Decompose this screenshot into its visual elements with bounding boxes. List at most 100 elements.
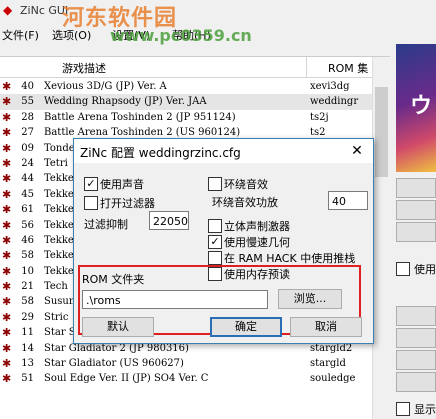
ram-hack-checkbox[interactable]	[208, 251, 222, 265]
row-number: 46	[21, 234, 34, 246]
list-row[interactable]: ✱ 55 Wedding Rhapsody (JP) Ver. JAA wedding…	[0, 94, 372, 110]
row-description: Xevious 3D/G (JP) Ver. A	[44, 81, 167, 92]
row-description: Tekke	[44, 204, 74, 216]
list-row[interactable]: ✱ 28 Battle Arena Toshinden 2 (JP 951124) t…	[0, 110, 372, 125]
row-number: 09	[21, 142, 34, 154]
row-number: 27	[21, 127, 34, 139]
game-icon: ✱	[2, 80, 12, 93]
row-number: 58	[21, 250, 34, 262]
game-icon: ✱	[2, 95, 12, 109]
row-number: 24	[21, 157, 34, 169]
game-icon: ✱	[2, 372, 12, 386]
side-button-4[interactable]	[396, 306, 436, 326]
side-button-6[interactable]	[396, 350, 436, 370]
game-icon: ✱	[2, 126, 12, 140]
slow-geometry-label: 使用慢速几何	[224, 236, 290, 249]
row-number: 11	[21, 327, 34, 339]
row-number: 58	[21, 296, 34, 308]
game-icon: ✱	[2, 326, 12, 340]
row-number: 28	[21, 111, 34, 123]
filter-suppress-label: 过滤抑制	[84, 218, 128, 231]
vertical-scrollbar[interactable]	[372, 57, 391, 419]
side-button-1[interactable]	[396, 178, 436, 198]
scrollbar-thumb[interactable]	[375, 87, 388, 177]
game-icon: ✱	[2, 218, 12, 232]
ok-button[interactable]: 确定	[210, 317, 282, 337]
close-icon[interactable]: ✕	[346, 141, 368, 161]
watermark-url: www.pc0359.cn	[110, 26, 252, 45]
row-number: 40	[21, 81, 34, 92]
game-icon: ✱	[2, 203, 12, 217]
reverb-power-input[interactable]: 40	[328, 191, 368, 210]
menu-file[interactable]: 文件(F)	[2, 27, 39, 43]
cancel-button[interactable]: 取消	[290, 317, 362, 337]
row-number: 56	[21, 219, 34, 231]
row-rom: ts2j	[310, 111, 329, 123]
slow-geometry-checkbox[interactable]: ✓	[208, 235, 222, 249]
reverb-checkbox[interactable]	[208, 177, 222, 191]
column-header-rom[interactable]: ROM 集	[308, 57, 372, 77]
side-checkbox[interactable]	[396, 262, 410, 276]
row-description: Tekke	[44, 265, 74, 277]
row-number: 29	[21, 311, 34, 323]
row-rom: xevi3dg	[310, 81, 350, 92]
row-number: 55	[21, 96, 34, 108]
row-description: Tekke	[44, 250, 74, 262]
row-number: 45	[21, 188, 34, 200]
side-checkbox-label: 使用	[414, 263, 436, 276]
game-icon: ✱	[2, 341, 12, 355]
game-icon: ✱	[2, 310, 12, 324]
side-button-7[interactable]	[396, 372, 436, 392]
row-number: 51	[21, 373, 34, 385]
row-rom: souledge	[310, 373, 356, 385]
use-sound-label: 使用声音	[100, 178, 144, 191]
stereo-exciter-label: 立体声制激器	[224, 220, 290, 233]
list-row[interactable]: ✱ 13 Star Gladiator (US 960627) stargld	[0, 356, 372, 371]
browse-button[interactable]: 浏览...	[278, 289, 342, 309]
game-icon: ✱	[2, 233, 12, 247]
game-icon: ✱	[2, 357, 12, 371]
game-icon: ✱	[2, 249, 12, 263]
use-sound-checkbox[interactable]: ✓	[84, 177, 98, 191]
game-icon: ✱	[2, 141, 12, 155]
default-button[interactable]: 默认	[82, 317, 154, 337]
app-title: ZiNc GUI	[20, 4, 69, 17]
row-description: Tekke	[44, 219, 74, 231]
row-number: 61	[21, 204, 34, 216]
game-icon: ✱	[2, 110, 12, 124]
column-header-description[interactable]: 游戏描述	[0, 57, 307, 77]
app-icon: ◆	[3, 3, 13, 17]
right-panel: ウ	[392, 26, 436, 418]
side-button-5[interactable]	[396, 328, 436, 348]
dialog-title-bar: ZiNc 配置 weddingrzinc.cfg ✕	[74, 139, 373, 163]
row-number: 44	[21, 173, 34, 185]
row-description: Tech	[44, 281, 68, 293]
row-number: 10	[21, 265, 34, 277]
enable-filter-checkbox[interactable]	[84, 196, 98, 210]
side-checkbox-2[interactable]	[396, 402, 410, 416]
row-description: Tetri	[44, 157, 68, 169]
filter-suppress-input[interactable]: 22050	[149, 211, 189, 230]
side-button-2[interactable]	[396, 200, 436, 220]
side-button-3[interactable]	[396, 222, 436, 242]
reverb-label: 环绕音效	[224, 178, 268, 191]
game-icon: ✱	[2, 264, 12, 278]
list-row[interactable]: ✱ 51 Soul Edge Ver. II (JP) SO4 Ver. C soul…	[0, 371, 372, 386]
game-icon: ✱	[2, 295, 12, 309]
row-number: 14	[21, 342, 34, 354]
side-checkbox-2-label: 显示	[414, 403, 436, 416]
rom-folder-label: ROM 文件夹	[82, 273, 145, 286]
game-artwork: ウ	[396, 44, 436, 172]
row-description: Tekke	[44, 173, 74, 185]
row-rom: stargld	[310, 358, 346, 370]
game-icon: ✱	[2, 280, 12, 294]
rom-folder-input[interactable]: .\roms	[82, 290, 268, 309]
row-description: Star Gladiator (US 960627)	[44, 358, 184, 370]
row-number: 21	[21, 281, 34, 293]
row-rom: weddingr	[310, 96, 359, 108]
list-row[interactable]: ✱ 40 Xevious 3D/G (JP) Ver. A xevi3dg	[0, 79, 372, 94]
dialog-title: ZiNc 配置 weddingrzinc.cfg	[80, 146, 241, 160]
stereo-exciter-checkbox[interactable]	[208, 219, 222, 233]
row-description: Wedding Rhapsody (JP) Ver. JAA	[44, 96, 207, 108]
row-description: Tekke	[44, 188, 74, 200]
